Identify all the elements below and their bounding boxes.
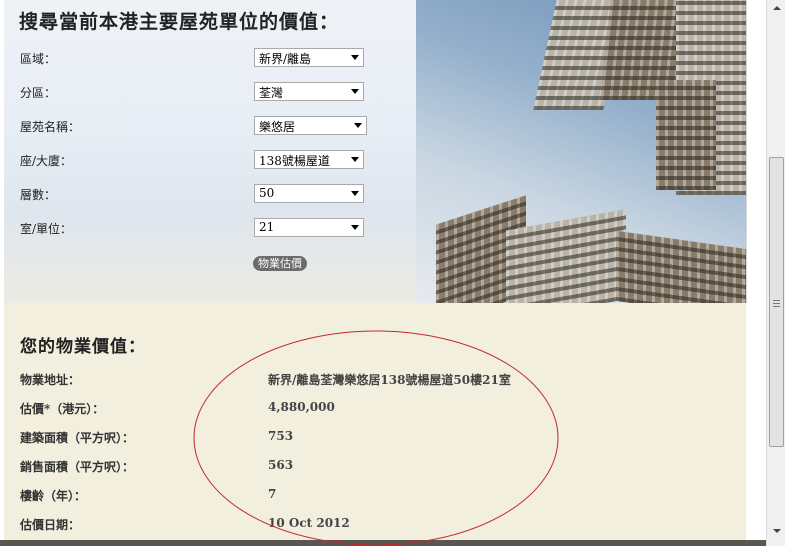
arrow-down-icon — [773, 529, 781, 533]
chevron-down-icon — [351, 55, 359, 60]
valuation-button[interactable]: 物業估價 — [253, 256, 307, 271]
block-label: 座/大廈： — [20, 154, 73, 168]
gross-area-value: 753 — [268, 429, 294, 443]
search-title: 搜尋當前本港主要屋苑單位的價值： — [19, 11, 340, 33]
scroll-down-button[interactable] — [767, 523, 785, 540]
search-panel — [4, 0, 747, 303]
grip-icon — [773, 300, 780, 301]
unit-select[interactable]: 21 — [254, 218, 364, 237]
district-label: 區域： — [20, 52, 57, 66]
chevron-down-icon — [354, 123, 362, 128]
estate-name-select-value: 樂悠居 — [259, 120, 296, 134]
chevron-down-icon — [351, 225, 359, 230]
valuation-value: 4,880,000 — [268, 400, 335, 414]
subdistrict-label: 分區： — [20, 86, 57, 100]
arrow-up-icon — [773, 6, 781, 10]
block-select-value: 138號楊屋道 — [259, 154, 330, 168]
chevron-down-icon — [351, 191, 359, 196]
scrollbar-thumb[interactable] — [769, 157, 784, 447]
district-select-value: 新界/離島 — [259, 52, 312, 66]
result-title: 您的物業價值： — [20, 337, 146, 357]
gross-area-label: 建築面積（平方呎）： — [20, 431, 135, 445]
building-photo — [416, 0, 746, 303]
building-age-label: 樓齡（年）： — [20, 489, 87, 503]
estate-name-select[interactable]: 樂悠居 — [254, 116, 367, 135]
floor-label: 層數： — [20, 188, 57, 202]
saleable-area-label: 銷售面積（平方呎）： — [20, 460, 135, 474]
estate-name-label: 屋苑名稱： — [20, 120, 81, 134]
valuation-date-value: 10 Oct 2012 — [268, 516, 350, 530]
address-value: 新界/離島荃灣樂悠居138號楊屋道50樓21室 — [268, 373, 511, 387]
floor-select[interactable]: 50 — [254, 184, 364, 203]
saleable-area-value: 563 — [268, 458, 294, 472]
district-select[interactable]: 新界/離島 — [254, 48, 364, 67]
floor-select-value: 50 — [259, 186, 275, 200]
chevron-down-icon — [351, 157, 359, 162]
bottom-edge — [0, 540, 766, 546]
chevron-down-icon — [351, 89, 359, 94]
unit-select-value: 21 — [259, 220, 275, 234]
valuation-page: 搜尋當前本港主要屋苑單位的價值： 區域： 新界/離島 分區： 荃灣 屋苑名稱： … — [0, 0, 766, 546]
subdistrict-select[interactable]: 荃灣 — [254, 82, 364, 101]
block-select[interactable]: 138號楊屋道 — [254, 150, 364, 169]
building-age-value: 7 — [268, 487, 277, 501]
vertical-scrollbar[interactable] — [766, 0, 785, 546]
valuation-date-label: 估價日期： — [20, 518, 81, 532]
unit-label: 室/單位： — [20, 222, 73, 236]
scroll-up-button[interactable] — [767, 0, 785, 17]
address-label: 物業地址： — [20, 373, 81, 387]
valuation-label: 估價*（港元）： — [20, 402, 105, 416]
subdistrict-select-value: 荃灣 — [259, 86, 284, 100]
